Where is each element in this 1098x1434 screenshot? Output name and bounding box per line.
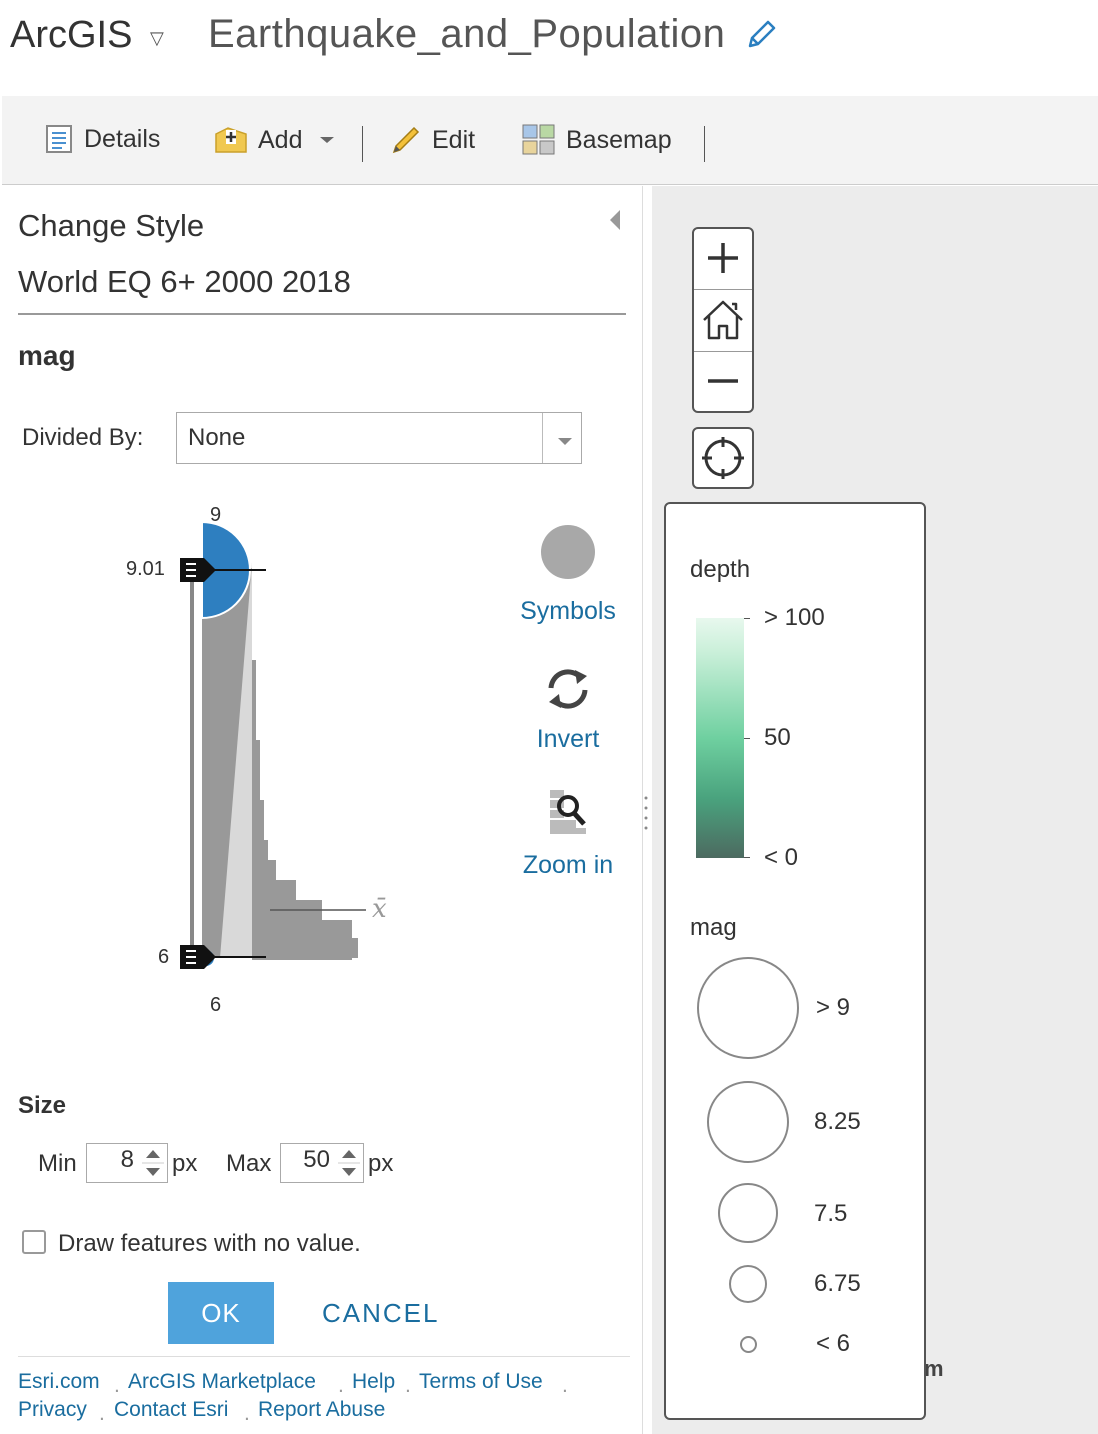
collapse-arrow-icon[interactable]: [606, 208, 622, 237]
basemap-label: Basemap: [566, 125, 672, 154]
symbols-button[interactable]: Symbols: [488, 524, 648, 626]
select-divider: [542, 413, 543, 463]
footer-separator: .: [244, 1402, 250, 1425]
app-brand[interactable]: ArcGIS: [10, 14, 132, 57]
footer-link-contact[interactable]: Contact Esri: [114, 1398, 228, 1422]
details-icon: [46, 125, 72, 153]
chevron-down-icon: [320, 137, 335, 143]
stepper-arrows-icon[interactable]: [140, 1143, 166, 1183]
details-button[interactable]: Details: [44, 124, 160, 154]
chevron-down-icon[interactable]: [556, 434, 574, 452]
min-unit: px: [172, 1150, 198, 1177]
map-title: Earthquake_and_Population: [208, 12, 726, 56]
ok-button[interactable]: OK: [168, 1282, 274, 1344]
max-label: Max: [226, 1150, 272, 1177]
add-label: Add: [258, 125, 303, 154]
chevron-down-icon[interactable]: ▽: [150, 28, 164, 49]
min-label: Min: [38, 1150, 77, 1177]
symbols-label: Symbols: [520, 597, 616, 625]
zoom-in-label: Zoom in: [522, 851, 614, 879]
histogram-max-label: 9: [210, 504, 222, 526]
divided-by-value: None: [188, 424, 246, 451]
depth-label-low: < 0: [764, 844, 799, 871]
footer-link-terms[interactable]: Terms of Use: [419, 1370, 543, 1394]
max-unit: px: [368, 1150, 394, 1177]
max-size-value[interactable]: 50: [284, 1146, 330, 1174]
edit-label: Edit: [432, 125, 476, 154]
zoom-control: [692, 227, 754, 413]
size-histogram[interactable]: 9 9.01 6 6 x̄: [120, 500, 400, 1030]
size-title: Size: [18, 1092, 67, 1119]
depth-label-mid: 50: [764, 724, 791, 751]
locate-button[interactable]: [692, 427, 754, 489]
mean-label: x̄: [372, 894, 387, 924]
mag-label-5: < 6: [816, 1330, 851, 1357]
top-handle-value[interactable]: 9.01: [126, 558, 165, 581]
ramp-tick: [744, 738, 750, 739]
footer-separator: .: [114, 1374, 120, 1397]
map-text-fragment: m: [924, 1356, 944, 1381]
home-icon[interactable]: [694, 290, 752, 350]
cancel-button[interactable]: CANCEL: [322, 1298, 439, 1329]
ramp-tick: [744, 618, 750, 619]
legend-mag-title: mag: [690, 914, 737, 941]
bottom-handle-value[interactable]: 6: [158, 946, 169, 969]
magnifier-icon: [550, 790, 586, 834]
pencil-icon[interactable]: [744, 18, 778, 52]
zoom-out-icon[interactable]: [694, 352, 752, 412]
histogram-min-label: 6: [210, 994, 222, 1016]
stepper-arrows-icon[interactable]: [336, 1143, 362, 1183]
footer-link-privacy[interactable]: Privacy: [18, 1398, 87, 1422]
add-button[interactable]: Add: [214, 124, 348, 156]
layer-name: World EQ 6+ 2000 2018: [18, 264, 351, 299]
mag-symbol-5: [740, 1336, 757, 1353]
mag-symbol-3: [718, 1183, 778, 1243]
mag-label-3: 7.5: [814, 1200, 848, 1227]
invert-label: Invert: [536, 725, 600, 753]
depth-color-ramp: [696, 618, 744, 858]
invert-button[interactable]: Invert: [488, 666, 648, 754]
mag-label-2: 8.25: [814, 1108, 861, 1135]
divided-by-label: Divided By:: [22, 424, 144, 451]
toolbar-divider: [704, 126, 705, 162]
mag-symbol-2: [707, 1081, 789, 1163]
footer-link-esri[interactable]: Esri.com: [18, 1370, 100, 1394]
draw-no-value-label[interactable]: Draw features with no value.: [58, 1230, 361, 1258]
depth-label-high: > 100: [764, 604, 825, 631]
panel-title: Change Style: [18, 208, 205, 243]
panel-divider: [18, 313, 626, 315]
mag-symbol-4: [729, 1265, 767, 1303]
details-label: Details: [84, 124, 161, 153]
basemap-button[interactable]: Basemap: [522, 124, 672, 156]
footer-link-marketplace[interactable]: ArcGIS Marketplace: [128, 1370, 316, 1394]
toolbar: Details Add Edit Basemap: [2, 96, 1098, 185]
locate-icon: [702, 437, 744, 479]
zoom-in-button[interactable]: Zoom in: [488, 788, 648, 880]
footer-link-help[interactable]: Help: [352, 1370, 395, 1394]
ramp-tick: [744, 857, 750, 858]
add-icon: [215, 127, 247, 153]
pencil-icon: [392, 126, 420, 154]
footer-separator: .: [99, 1402, 105, 1425]
legend-depth-title: depth: [690, 556, 751, 583]
field-name: mag: [18, 340, 76, 371]
draw-no-value-checkbox[interactable]: [22, 1230, 46, 1254]
footer-link-report[interactable]: Report Abuse: [258, 1398, 385, 1422]
zoom-in-icon[interactable]: [694, 229, 752, 289]
edit-button[interactable]: Edit: [390, 124, 475, 156]
footer-separator: .: [338, 1374, 344, 1397]
invert-icon: [548, 669, 588, 709]
basemap-icon: [522, 124, 555, 155]
symbol-circle-icon: [541, 525, 595, 579]
min-size-value[interactable]: 8: [88, 1146, 134, 1174]
footer-separator: .: [405, 1374, 411, 1397]
toolbar-divider: [362, 126, 363, 162]
mag-label-4: 6.75: [814, 1270, 861, 1297]
footer-divider: [18, 1356, 630, 1357]
mag-symbol-large: [697, 957, 799, 1059]
mag-label-1: > 9: [816, 994, 851, 1021]
footer-separator: .: [562, 1374, 568, 1397]
